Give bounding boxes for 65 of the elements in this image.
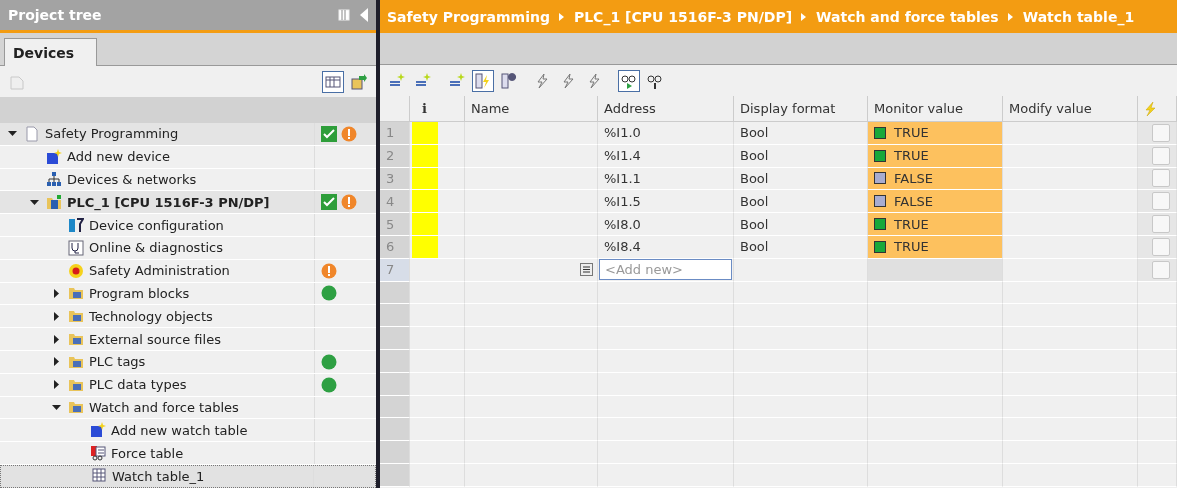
tree-item[interactable]: Technology objects <box>0 305 376 329</box>
tree-item[interactable]: PLC_1 [CPU 1516F-3 PN/DP] <box>0 191 376 215</box>
monitor-value: TRUE <box>894 125 929 141</box>
monitor-value: TRUE <box>894 216 929 232</box>
tree-label: Add new device <box>67 149 171 165</box>
table-cell: Bool <box>734 122 868 145</box>
row-number: 7 <box>380 258 410 282</box>
column-header: Display format <box>734 96 868 122</box>
row-number: 4 <box>380 190 410 214</box>
tree-item[interactable]: PLC data types <box>0 373 376 397</box>
tree-item[interactable]: Add new watch table <box>0 419 376 443</box>
tree-label: Device configuration <box>89 217 225 233</box>
table-cell: Bool <box>734 213 868 236</box>
tab[interactable]: Devices <box>4 38 98 66</box>
tree-label: External source files <box>89 331 222 347</box>
tree-item[interactable]: Safety Programming <box>0 123 376 146</box>
monitor-value: FALSE <box>894 193 933 209</box>
tree-item[interactable]: Devices & networks <box>0 168 376 192</box>
tree-item[interactable]: Safety Administration <box>0 259 376 283</box>
row-number: 5 <box>380 213 410 236</box>
table-cell: Bool <box>734 190 868 214</box>
tree-label: Watch and force tables <box>89 399 240 415</box>
tree-label: Online & diagnostics <box>89 240 224 256</box>
tree-item[interactable]: Online & diagnostics <box>0 237 376 260</box>
table-cell: %I8.0 <box>598 213 734 236</box>
tree-item[interactable]: Add new device <box>0 145 376 169</box>
tree-item[interactable]: Force table <box>0 442 376 465</box>
row-number: 2 <box>380 144 410 168</box>
table-cell: Bool <box>734 167 868 191</box>
tree-label: Safety Programming <box>45 126 180 142</box>
table-cell: %I1.4 <box>598 144 734 168</box>
tree-label: Add new watch table <box>111 422 249 438</box>
tree-item[interactable]: External source files <box>0 328 376 351</box>
monitor-value: TRUE <box>894 239 929 255</box>
tree-label: Watch table_1 <box>112 468 206 484</box>
table-cell: %I1.0 <box>598 122 734 145</box>
tree-label: Program blocks <box>89 285 191 301</box>
table-cell: %I8.4 <box>598 236 734 259</box>
monitor-value: FALSE <box>894 171 933 186</box>
row-number: 3 <box>380 167 410 191</box>
tree-item[interactable]: Watch and force tables <box>0 396 376 420</box>
table-cell: Bool <box>734 144 868 168</box>
column-header: Modify value <box>1003 96 1138 122</box>
tree-label: PLC data types <box>89 377 188 393</box>
column-header: Address <box>598 96 734 122</box>
tree-label: PLC_1 [CPU 1516F-3 PN/DP] <box>67 194 271 210</box>
tree-label: PLC tags <box>89 354 147 370</box>
column-header: Monitor value <box>868 96 1003 122</box>
tree-label: Force table <box>111 445 185 461</box>
tree-item[interactable]: Program blocks <box>0 282 376 306</box>
tree-label: Technology objects <box>89 308 214 324</box>
tree-label: Safety Administration <box>89 263 231 279</box>
row-number: 1 <box>380 122 410 145</box>
row-number: 6 <box>380 236 410 259</box>
table-cell: Bool <box>734 236 868 259</box>
panel-title: Project tree <box>8 7 103 23</box>
column-header: i <box>410 96 465 122</box>
tree-item[interactable]: Watch table_1 <box>0 464 376 488</box>
column-header: Name <box>465 96 598 122</box>
table-cell: %I1.5 <box>598 190 734 214</box>
tree-item[interactable]: PLC tags <box>0 350 376 374</box>
table-cell: %I1.1 <box>598 167 734 191</box>
tree-label: Devices & networks <box>67 172 198 187</box>
tree-item[interactable]: Device configuration <box>0 214 376 237</box>
monitor-value: TRUE <box>894 148 929 164</box>
